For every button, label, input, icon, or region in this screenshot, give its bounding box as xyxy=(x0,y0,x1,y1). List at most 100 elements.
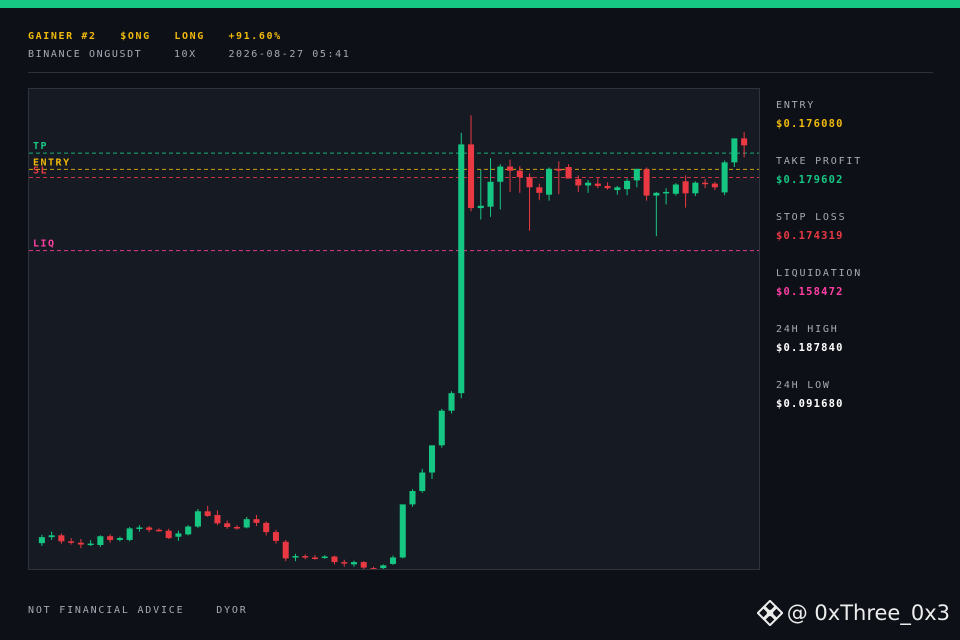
candle-body xyxy=(507,166,514,171)
candle-body xyxy=(682,181,689,194)
candle-body xyxy=(136,527,143,529)
stat-value: $0.179602 xyxy=(776,174,844,186)
candle-body xyxy=(68,541,75,543)
candle-body xyxy=(331,556,338,563)
candle-body xyxy=(468,144,475,209)
stat-value: $0.187840 xyxy=(776,342,844,354)
candle-body xyxy=(497,166,504,182)
position-side: LONG xyxy=(174,31,205,42)
candle-body xyxy=(292,556,299,558)
candle-body xyxy=(58,535,65,542)
candle-body xyxy=(428,445,436,473)
ticker-symbol: $ONG xyxy=(120,31,151,42)
candle-body xyxy=(165,530,172,539)
candle-body xyxy=(272,532,279,541)
dyor-text: DYOR xyxy=(216,605,248,616)
candle-body xyxy=(253,519,260,523)
level-label-liq: LIQ xyxy=(33,239,56,250)
leverage: 10X xyxy=(173,49,197,60)
candle-body xyxy=(233,527,240,529)
price-chart[interactable]: TP ENTRY SL LIQ xyxy=(28,88,760,570)
candle-body xyxy=(711,183,718,188)
candle-body xyxy=(360,562,367,568)
candle-body xyxy=(311,557,318,559)
candle-body xyxy=(702,182,709,185)
candle-body xyxy=(214,515,221,524)
candle-body xyxy=(155,529,162,532)
gainer-rank: GAINER #2 xyxy=(28,31,97,42)
stat-entry: ENTRY $0.176080 xyxy=(776,100,946,156)
stat-stop-loss: STOP LOSS $0.174319 xyxy=(776,212,946,268)
candle-body xyxy=(302,556,309,558)
candle-body xyxy=(448,393,455,411)
signal-title: GAINER #2 $ONG LONG +91.60% xyxy=(28,31,298,42)
candle-body xyxy=(48,535,55,538)
candle-body xyxy=(477,205,484,209)
candle-body xyxy=(321,556,328,559)
candle-body xyxy=(575,179,582,186)
candle-body xyxy=(224,523,231,527)
stat-value: $0.174319 xyxy=(776,230,844,242)
candle-body xyxy=(243,519,250,528)
candle-body xyxy=(146,527,153,530)
timestamp: 2026-08-27 05:41 xyxy=(228,49,351,60)
stat-value: $0.176080 xyxy=(776,118,844,130)
stat-value: $0.158472 xyxy=(776,286,844,298)
header-divider xyxy=(28,72,933,73)
candle-body xyxy=(204,511,211,516)
stat-label: ENTRY xyxy=(776,100,816,111)
stat-take-profit: TAKE PROFIT $0.179602 xyxy=(776,156,946,212)
candle-body xyxy=(721,162,728,193)
candle-body xyxy=(536,187,543,193)
gain-percent: +91.60% xyxy=(228,31,282,42)
candle-body xyxy=(350,562,358,565)
stat-label: 24H HIGH xyxy=(776,324,839,335)
stats-panel: ENTRY $0.176080 TAKE PROFIT $0.179602 ST… xyxy=(776,100,946,436)
candle-body xyxy=(116,538,123,540)
candle-body xyxy=(526,177,533,188)
candle-body xyxy=(516,170,523,178)
candle-body xyxy=(731,138,738,163)
candle-body xyxy=(653,192,660,196)
candle-body xyxy=(604,185,611,189)
candle-body xyxy=(87,543,94,546)
candle-body xyxy=(438,410,445,446)
candle-body xyxy=(555,168,562,171)
stat-value: $0.091680 xyxy=(776,398,844,410)
candle-body xyxy=(380,565,387,569)
disclaimer-text: NOT FINANCIAL ADVICE xyxy=(28,605,185,616)
candle-body xyxy=(107,536,114,540)
disclaimer: NOT FINANCIAL ADVICE DYOR xyxy=(28,605,272,616)
candle-body xyxy=(194,511,201,527)
candle-body xyxy=(643,169,650,196)
candle-body xyxy=(565,167,572,179)
watermark-handle: @ 0xThree_0x3 xyxy=(786,601,950,625)
candle-body xyxy=(175,533,182,537)
candle-body xyxy=(370,568,377,569)
candle-body xyxy=(282,541,289,559)
candle-body xyxy=(77,542,84,545)
level-label-tp: TP xyxy=(33,141,48,152)
candle-body xyxy=(399,504,406,558)
top-accent-bar xyxy=(0,0,960,8)
watermark: @ 0xThree_0x3 xyxy=(756,598,950,628)
candle-body xyxy=(126,528,133,540)
exchange-pair: BINANCE ONGUSDT xyxy=(28,49,143,60)
candle-body xyxy=(692,182,699,194)
candle-body xyxy=(458,144,465,394)
stat-24h-high: 24H HIGH $0.187840 xyxy=(776,324,946,380)
candle-body xyxy=(389,557,397,564)
candle-body xyxy=(672,184,679,194)
candle-body xyxy=(38,537,45,544)
candle-body xyxy=(624,180,631,190)
candle-body xyxy=(741,138,748,146)
candle-body xyxy=(614,187,621,191)
candle-body xyxy=(663,191,670,194)
stat-label: LIQUIDATION xyxy=(776,268,863,279)
signal-subtitle: BINANCE ONGUSDT 10X 2026-08-27 05:41 xyxy=(28,49,374,60)
level-label-sl: SL xyxy=(33,166,48,177)
candle-body xyxy=(546,168,553,195)
candle-body xyxy=(419,472,426,491)
candle-body xyxy=(633,168,640,181)
stat-label: TAKE PROFIT xyxy=(776,156,863,167)
